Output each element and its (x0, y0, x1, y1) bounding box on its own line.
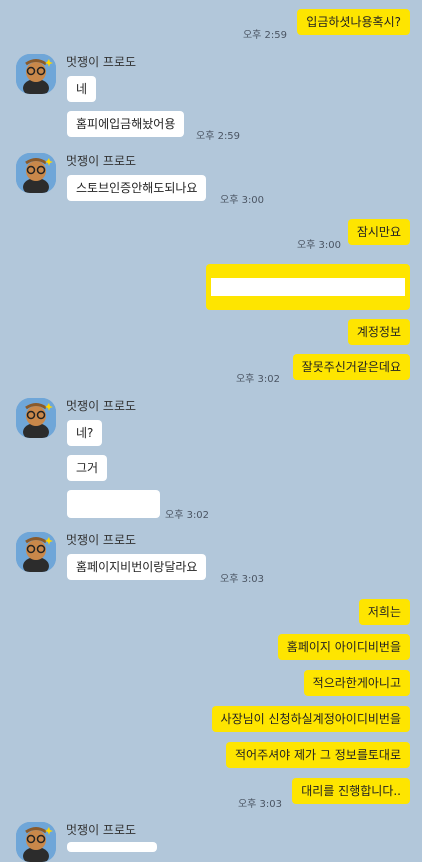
other-message[interactable]: 홈페이지비번이랑달라요 (67, 554, 207, 580)
sender-name: 멋쟁이 프로도 (66, 823, 137, 837)
my-message-redacted[interactable] (206, 264, 410, 310)
timestamp: 오후 3:02 (235, 374, 280, 385)
my-message[interactable]: 적으라한게아니고 (303, 670, 410, 696)
other-message[interactable]: 그거 (67, 455, 108, 481)
my-message[interactable]: 대리를 진행합니다.. (292, 778, 410, 804)
sender-name: 멋쟁이 프로도 (66, 533, 137, 547)
sender-name: 멋쟁이 프로도 (66, 154, 137, 168)
other-message[interactable]: 네 (67, 76, 97, 102)
my-message[interactable]: 입금하셧나용혹시? (297, 9, 410, 35)
redacted-block (211, 278, 405, 296)
timestamp: 오후 3:03 (220, 574, 265, 585)
frodo-avatar-icon[interactable] (16, 153, 56, 193)
timestamp: 오후 2:59 (196, 131, 241, 142)
frodo-avatar-icon[interactable] (16, 822, 56, 862)
timestamp: 오후 3:00 (220, 195, 265, 206)
my-message[interactable]: 계정정보 (347, 319, 410, 345)
my-message[interactable]: 저희는 (358, 599, 410, 625)
sender-name: 멋쟁이 프로도 (66, 399, 137, 413)
my-message[interactable]: 잠시만요 (347, 219, 410, 245)
other-message[interactable]: 네? (67, 420, 103, 446)
timestamp: 오후 3:00 (296, 240, 341, 251)
my-message[interactable]: 적어주셔야 제가 그 정보를토대로 (225, 742, 410, 768)
frodo-avatar-icon[interactable] (16, 532, 56, 572)
my-message[interactable]: 잘못주신거같은데요 (292, 354, 410, 380)
my-message[interactable]: 사장님이 신청하실계정아이디비번을 (211, 706, 410, 732)
other-message[interactable]: 스토브인증안해도되나요 (67, 175, 207, 201)
timestamp: 오후 3:02 (165, 510, 210, 521)
frodo-avatar-icon[interactable] (16, 54, 56, 94)
my-message[interactable]: 홈페이지 아이디비번을 (277, 634, 410, 660)
other-message-redacted[interactable] (67, 490, 160, 518)
other-message[interactable]: 홈피에입금해놨어용 (67, 111, 185, 137)
timestamp: 오후 2:59 (242, 30, 287, 41)
timestamp: 오후 3:03 (237, 799, 282, 810)
frodo-avatar-icon[interactable] (16, 398, 56, 438)
sender-name: 멋쟁이 프로도 (66, 55, 137, 69)
